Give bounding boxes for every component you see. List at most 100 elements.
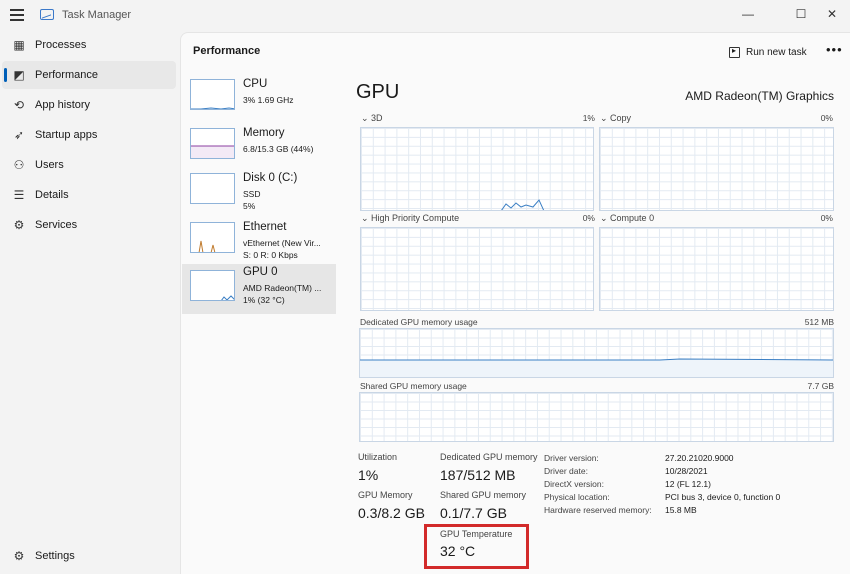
- hardware-reserved-memory-value: 15.8 MB: [665, 505, 697, 515]
- shared-memory-value: 0.1/7.7 GB: [440, 505, 507, 521]
- driver-date-value: 10/28/2021: [665, 466, 708, 476]
- ethernet-thumbnail-graph: [190, 222, 235, 253]
- sidebar-item-label: App history: [35, 99, 91, 111]
- device-detail: SSD: [243, 189, 261, 199]
- users-icon: ⚇: [13, 158, 25, 172]
- details-icon: ☰: [13, 188, 25, 202]
- engine-3d-line: [501, 199, 545, 210]
- task-manager-app-icon: [40, 9, 54, 20]
- sidebar-item-label: Performance: [35, 69, 98, 81]
- run-task-icon: [729, 46, 740, 58]
- processes-icon: ▦: [13, 38, 25, 52]
- physical-location-key: Physical location:: [544, 492, 610, 502]
- sidebar-item-label: Settings: [35, 550, 75, 562]
- engine-graph-high-priority-compute: [360, 227, 594, 311]
- utilization-value: 1%: [358, 467, 379, 483]
- engine-dropdown-3d[interactable]: ⌄ 3D: [361, 113, 383, 124]
- engine-percent: 0%: [820, 213, 833, 223]
- engine-dropdown-copy[interactable]: ⌄ Copy: [600, 113, 631, 124]
- sidebar-item-startup-apps[interactable]: ➶ Startup apps: [2, 121, 176, 149]
- cpu-thumbnail-graph: [190, 79, 235, 110]
- device-detail: 1% (32 °C): [243, 295, 285, 305]
- gpu-heading: GPU: [356, 81, 400, 103]
- memory-sparkline: [191, 145, 234, 158]
- gpu-memory-label: GPU Memory: [358, 490, 413, 500]
- engine-label: 3D: [371, 113, 383, 123]
- sidebar-item-processes[interactable]: ▦ Processes: [2, 31, 176, 59]
- minimize-button[interactable]: —: [730, 0, 766, 28]
- device-item-disk[interactable]: Disk 0 (C:) SSD 5%: [182, 170, 336, 220]
- more-options-icon[interactable]: •••: [826, 42, 843, 57]
- engine-graph-compute-0: [599, 227, 834, 311]
- sidebar-item-app-history[interactable]: ⟲ App history: [2, 91, 176, 119]
- engine-percent: 0%: [820, 113, 833, 123]
- startup-icon: ➶: [13, 128, 25, 142]
- device-item-cpu[interactable]: CPU 3% 1.69 GHz: [182, 76, 336, 126]
- engine-graph-copy: [599, 127, 834, 211]
- gpu-model-name: AMD Radeon(TM) Graphics: [685, 89, 834, 103]
- hamburger-menu-icon[interactable]: [10, 9, 24, 21]
- gpu-thumbnail-graph: [190, 270, 235, 301]
- sidebar: ▦ Processes ◩ Performance ⟲ App history …: [0, 30, 180, 574]
- shared-memory-graph: [359, 392, 834, 442]
- sidebar-item-settings[interactable]: ⚙ Settings: [2, 542, 176, 570]
- engine-percent: 1%: [582, 113, 595, 123]
- disk-thumbnail-graph: [190, 173, 235, 204]
- dedicated-memory-label: Dedicated GPU memory: [440, 452, 538, 462]
- sidebar-item-details[interactable]: ☰ Details: [2, 181, 176, 209]
- dedicated-memory-value: 187/512 MB: [440, 467, 516, 483]
- engine-label: Copy: [610, 113, 632, 123]
- gpu-memory-value: 0.3/8.2 GB: [358, 505, 425, 521]
- driver-date-key: Driver date:: [544, 466, 588, 476]
- memory-thumbnail-graph: [190, 128, 235, 159]
- ethernet-sparkline: [198, 240, 216, 252]
- device-item-ethernet[interactable]: Ethernet vEthernet (New Vir... S: 0 R: 0…: [182, 219, 336, 269]
- sidebar-item-services[interactable]: ⚙ Services: [2, 211, 176, 239]
- window-title: Task Manager: [62, 9, 132, 21]
- engine-graph-3d: [360, 127, 594, 211]
- title-bar: Task Manager — ☐ ✕: [0, 0, 850, 30]
- directx-version-key: DirectX version:: [544, 479, 604, 489]
- sidebar-item-label: Services: [35, 219, 78, 231]
- device-item-gpu[interactable]: GPU 0 AMD Radeon(TM) ... 1% (32 °C): [182, 264, 336, 314]
- engine-dropdown-high-priority-compute[interactable]: ⌄ High Priority Compute: [361, 213, 459, 224]
- services-icon: ⚙: [13, 218, 25, 232]
- hardware-reserved-memory-key: Hardware reserved memory:: [544, 505, 652, 515]
- sidebar-item-label: Processes: [35, 39, 87, 51]
- physical-location-value: PCI bus 3, device 0, function 0: [665, 492, 781, 502]
- temperature-highlight-box: [424, 524, 529, 569]
- engine-dropdown-compute-0[interactable]: ⌄ Compute 0: [600, 213, 654, 224]
- shared-memory-line: [360, 393, 834, 442]
- device-name: Disk 0 (C:): [243, 172, 298, 184]
- device-name: CPU: [243, 78, 268, 90]
- device-name: Memory: [243, 127, 285, 139]
- engine-percent: 0%: [582, 213, 595, 223]
- shared-memory-graph-label: Shared GPU memory usage: [360, 381, 467, 391]
- utilization-label: Utilization: [358, 452, 398, 462]
- shared-memory-label: Shared GPU memory: [440, 490, 527, 500]
- close-button[interactable]: ✕: [814, 0, 850, 28]
- disk-sparkline: [191, 174, 235, 204]
- sidebar-item-users[interactable]: ⚇ Users: [2, 151, 176, 179]
- gpu-sparkline: [221, 295, 234, 300]
- device-item-memory[interactable]: Memory 6.8/15.3 GB (44%): [182, 125, 336, 175]
- engine-label: Compute 0: [610, 213, 655, 223]
- performance-icon: ◩: [13, 68, 25, 82]
- device-detail: 6.8/15.3 GB (44%): [243, 144, 314, 154]
- dedicated-memory-line: [360, 358, 833, 377]
- device-detail: S: 0 R: 0 Kbps: [243, 250, 298, 260]
- run-new-task-button[interactable]: Run new task: [729, 41, 807, 63]
- dedicated-memory-graph: [359, 328, 834, 378]
- sidebar-item-performance[interactable]: ◩ Performance: [2, 61, 176, 89]
- page-title: Performance: [193, 45, 261, 57]
- sidebar-item-label: Users: [35, 159, 64, 171]
- device-detail: AMD Radeon(TM) ...: [243, 283, 322, 293]
- device-detail: 3% 1.69 GHz: [243, 95, 294, 105]
- driver-version-key: Driver version:: [544, 453, 599, 463]
- device-name: GPU 0: [243, 266, 278, 278]
- run-new-task-label: Run new task: [746, 46, 807, 58]
- history-icon: ⟲: [13, 98, 25, 112]
- dedicated-memory-max: 512 MB: [804, 317, 834, 327]
- dedicated-memory-graph-label: Dedicated GPU memory usage: [360, 317, 478, 327]
- cpu-sparkline: [191, 107, 234, 109]
